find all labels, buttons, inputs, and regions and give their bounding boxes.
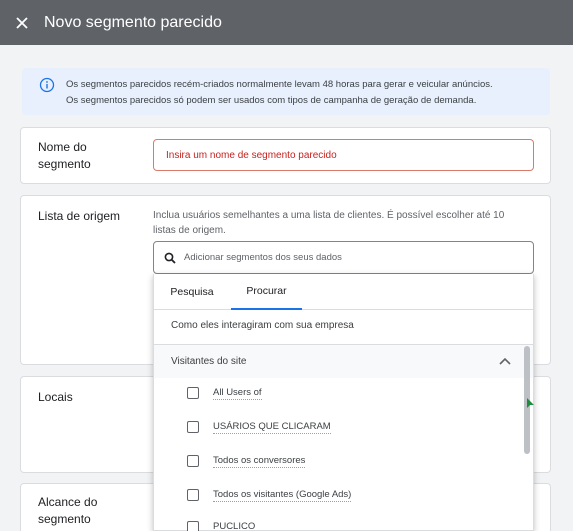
segment-name-input[interactable]: Insira um nome de segmento parecido: [153, 139, 534, 171]
segment-reach-label-line-1: Alcance do: [38, 495, 98, 509]
segment-name-label-line-2: segmento: [38, 157, 91, 171]
checkbox[interactable]: [187, 521, 199, 531]
origin-list-description: Inclua usuários semelhantes a uma lista …: [153, 210, 505, 236]
checkbox[interactable]: [187, 489, 199, 501]
list-item[interactable]: PUCLICO: [187, 517, 255, 531]
list-item-label: Todos os conversores: [213, 454, 306, 468]
list-item[interactable]: Todos os visitantes (Google Ads): [187, 485, 352, 505]
mouse-cursor-icon: [527, 398, 534, 408]
list-item[interactable]: Todos os conversores: [187, 451, 306, 471]
list-item-label: USÁRIOS QUE CLICARAM: [213, 420, 331, 434]
segment-reach-label: Alcance do segmento: [38, 494, 97, 528]
interaction-category-label[interactable]: Como eles interagiram com sua empresa: [171, 320, 354, 331]
segment-name-label-line-1: Nome do: [38, 140, 87, 154]
list-item-label: All Users of: [213, 386, 262, 400]
close-button[interactable]: [0, 0, 44, 45]
checkbox[interactable]: [187, 421, 199, 433]
chevron-up-icon[interactable]: [499, 357, 511, 365]
group-header-label: Visitantes do site: [171, 356, 247, 367]
list-item[interactable]: All Users of: [187, 383, 262, 403]
segment-reach-label-line-2: segmento: [38, 512, 91, 526]
close-icon: [16, 16, 28, 29]
group-header-site-visitors[interactable]: Visitantes do site: [154, 344, 533, 378]
top-bar: Novo segmento parecido: [0, 0, 573, 45]
segment-name-card: Nome do segmento Insira um nome de segme…: [20, 127, 551, 184]
checkbox[interactable]: [187, 455, 199, 467]
info-banner: Os segmentos parecidos recém-criados nor…: [22, 68, 550, 115]
segment-name-label: Nome do segmento: [38, 139, 91, 173]
origin-list-label: Lista de origem: [38, 209, 121, 223]
locations-label: Locais: [38, 390, 73, 404]
search-placeholder: Adicionar segmentos dos seus dados: [184, 252, 342, 263]
info-text-line-2: Os segmentos parecidos só podem ser usad…: [66, 95, 477, 106]
page-title: Novo segmento parecido: [44, 13, 222, 31]
segment-browser-panel: Pesquisa Procurar Como eles interagiram …: [153, 274, 534, 531]
segment-search-input[interactable]: Adicionar segmentos dos seus dados: [153, 241, 534, 274]
info-text-line-1: Os segmentos parecidos recém-criados nor…: [66, 79, 493, 90]
list-item-label: Todos os visitantes (Google Ads): [213, 488, 352, 502]
checkbox[interactable]: [187, 387, 199, 399]
tab-pesquisa[interactable]: Pesquisa: [164, 274, 220, 310]
tab-procurar[interactable]: Procurar: [231, 274, 302, 310]
browser-tabs: Pesquisa Procurar: [154, 274, 533, 310]
list-item-label: PUCLICO: [213, 521, 255, 531]
search-icon: [164, 252, 176, 264]
info-icon: [39, 77, 55, 93]
list-item[interactable]: USÁRIOS QUE CLICARAM: [187, 417, 331, 437]
